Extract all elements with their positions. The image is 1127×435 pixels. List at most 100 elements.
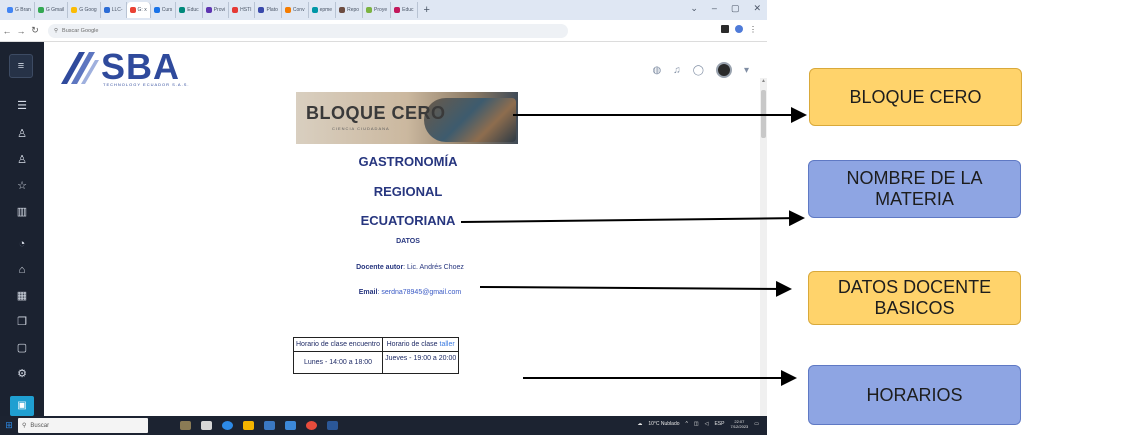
callout-datos-docente: DATOS DOCENTE BASICOS	[808, 271, 1021, 325]
browser-tab[interactable]: Educ	[391, 2, 418, 18]
browser-tab[interactable]: Proye	[363, 2, 392, 18]
settings-icon[interactable]: ⚙	[12, 366, 32, 382]
tab-label: LLC-	[111, 7, 123, 13]
windows-start-icon[interactable]: ⊞	[0, 420, 18, 431]
tab-favicon-icon	[205, 7, 212, 13]
word-icon[interactable]	[327, 421, 338, 430]
tab-label: Provi	[213, 7, 226, 13]
back-icon[interactable]: ←	[0, 26, 14, 36]
notification-icon[interactable]: ▭	[754, 421, 759, 427]
weather-text[interactable]: 10°C Nublado	[648, 421, 679, 427]
tab-label: Plato	[266, 7, 278, 13]
star-icon[interactable]: ☆	[12, 178, 32, 194]
graduation-icon[interactable]: ♙	[12, 126, 32, 142]
tab-favicon-icon	[7, 7, 13, 13]
scroll-thumb[interactable]	[761, 90, 766, 138]
docente-line: Docente autor: Lic. Andrés Choez	[300, 264, 520, 271]
sidepanel-icon[interactable]	[721, 25, 729, 33]
page-header: SBA TECHNOLOGY ECUADOR S.A.S. ◍ ♫ ◯ ▾	[44, 42, 767, 92]
profile-icon[interactable]	[735, 25, 743, 33]
home-icon[interactable]: ⌂	[12, 262, 32, 278]
scrollbar[interactable]: ▲	[760, 78, 767, 416]
browser-tab[interactable]: G Goog	[68, 2, 101, 18]
taskbar-search[interactable]: ⚲ Buscar	[18, 418, 148, 433]
sba-logo[interactable]: SBA TECHNOLOGY ECUADOR S.A.S.	[57, 46, 197, 88]
clock-date: 7/12/2023	[730, 424, 749, 429]
search-icon: ⚲	[54, 27, 59, 34]
system-tray: ☁ 10°C Nublado ^ ◫ ◁ ESP 22:07 7/12/2023…	[637, 419, 759, 429]
reload-icon[interactable]: ↻	[28, 25, 42, 36]
tab-favicon-icon	[232, 7, 239, 13]
explorer-icon[interactable]	[243, 421, 254, 430]
files-icon[interactable]: ❐	[12, 314, 32, 330]
task-view-icon[interactable]	[201, 421, 212, 430]
tab-label: Repo	[347, 7, 360, 13]
callout-horarios: HORARIOS	[808, 365, 1021, 425]
browser-actions: ⋮	[721, 25, 757, 34]
browser-tab[interactable]: Plato	[255, 2, 282, 18]
datos-heading: DATOS	[396, 238, 420, 245]
browser-tab[interactable]: G Gmail	[35, 2, 69, 18]
bloque-cero-banner: BLOQUE CERO CIENCIA CIUDADANA	[296, 92, 518, 144]
tab-label: G Gmail	[45, 7, 65, 13]
dashboard-icon[interactable]: ◔	[12, 236, 32, 252]
tab-favicon-icon	[103, 7, 110, 13]
forward-icon[interactable]: →	[14, 26, 28, 36]
tab-label: Educ	[402, 7, 414, 13]
minimize-icon[interactable]: –	[712, 3, 717, 14]
email-value[interactable]: : serdna78945@gmail.com	[377, 289, 461, 296]
maximize-icon[interactable]: ▢	[731, 3, 740, 14]
hamburger-menu-icon[interactable]: ≡	[9, 54, 33, 78]
logo-mark-icon	[61, 52, 99, 84]
calendar-icon[interactable]: ▦	[12, 288, 32, 304]
table-cell: Jueves - 19:00 a 20:00	[382, 351, 460, 374]
users-icon[interactable]: ♙	[12, 152, 32, 168]
browser-tab[interactable]: Curs	[151, 2, 177, 18]
bell-icon[interactable]: ♫	[673, 65, 681, 76]
taller-link[interactable]: taller	[440, 341, 455, 348]
materia-line-2: REGIONAL	[373, 184, 443, 199]
new-tab-button[interactable]: +	[418, 4, 436, 16]
browser-tab[interactable]: HSTI	[229, 2, 256, 18]
menu-kebab-icon[interactable]: ⋮	[749, 25, 757, 34]
email-label: Email	[358, 289, 378, 296]
browser-tab[interactable]: Educ	[176, 2, 203, 18]
avatar[interactable]	[715, 62, 732, 78]
browser-tab[interactable]: LLC-	[101, 2, 127, 18]
chat-icon[interactable]: ◯	[693, 65, 704, 76]
tray-chevron-icon[interactable]: ^	[686, 421, 688, 427]
browser-tab[interactable]: G Bran	[4, 2, 35, 18]
docente-value: : Lic. Andrés Choez	[403, 264, 464, 271]
browser-tab[interactable]: G: x	[126, 2, 151, 18]
tab-search-icon[interactable]: ⌄	[690, 3, 698, 14]
clock[interactable]: 22:07 7/12/2023	[730, 419, 748, 429]
browser-tab[interactable]: Conv	[282, 2, 309, 18]
store-icon[interactable]	[264, 421, 275, 430]
logo-subtext: TECHNOLOGY ECUADOR S.A.S.	[103, 82, 190, 87]
book-icon[interactable]: ▥	[12, 204, 32, 220]
mail-icon[interactable]	[285, 421, 296, 430]
taskbar-search-text: Buscar	[30, 422, 50, 429]
lang-text[interactable]: ESP	[714, 421, 724, 427]
tab-favicon-icon	[339, 7, 346, 13]
list-icon[interactable]: ☰	[12, 98, 32, 114]
widget-icon[interactable]	[180, 421, 191, 430]
chevron-down-icon[interactable]: ▾	[744, 65, 749, 76]
globe-icon[interactable]: ◍	[653, 65, 662, 76]
network-icon[interactable]: ◫	[694, 421, 699, 427]
browser-tab[interactable]: Repo	[336, 2, 364, 18]
address-input[interactable]: ⚲ Buscar Google	[48, 23, 568, 38]
tab-label: Educ	[187, 7, 199, 13]
active-section-icon[interactable]: ▣	[10, 396, 34, 416]
edge-icon[interactable]	[222, 421, 233, 430]
tab-label: epme	[319, 7, 333, 13]
weather-icon: ☁	[637, 421, 643, 427]
browser-tab[interactable]: Provi	[203, 2, 230, 18]
close-icon[interactable]: ✕	[753, 3, 761, 14]
scroll-up-icon[interactable]: ▲	[761, 78, 766, 84]
browser-tab[interactable]: epme	[309, 2, 337, 18]
chrome-icon[interactable]	[306, 421, 317, 430]
volume-icon[interactable]: ◁	[705, 421, 709, 427]
clipboard-icon[interactable]: ▢	[12, 340, 32, 356]
banner-title: BLOQUE CERO	[306, 103, 446, 123]
